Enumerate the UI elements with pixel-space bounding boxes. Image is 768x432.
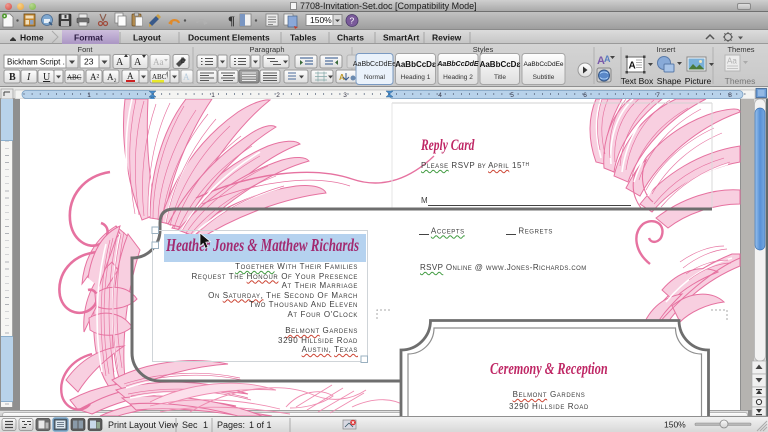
- svg-text:A: A: [604, 54, 611, 64]
- svg-text:AaBbCcDdE: AaBbCcDdE: [436, 61, 479, 68]
- svg-text:B: B: [9, 72, 16, 83]
- svg-text:Font: Font: [77, 45, 93, 54]
- svg-text:4: 4: [438, 92, 442, 99]
- svg-text:1: 1: [87, 92, 91, 99]
- svg-text:Title: Title: [494, 74, 506, 81]
- svg-text:¶: ¶: [228, 13, 235, 28]
- svg-text:A: A: [629, 61, 636, 72]
- svg-text:7: 7: [656, 92, 660, 99]
- svg-text:Picture: Picture: [685, 76, 712, 86]
- svg-text:Tables: Tables: [290, 33, 317, 43]
- svg-text:Format: Format: [74, 33, 103, 43]
- svg-text:Normal: Normal: [364, 74, 386, 81]
- svg-text:Paragraph: Paragraph: [249, 45, 284, 54]
- svg-text:1: 1: [211, 92, 215, 99]
- svg-text:A: A: [183, 72, 190, 82]
- svg-text:Shape: Shape: [657, 76, 682, 86]
- svg-text:Styles: Styles: [473, 45, 494, 54]
- svg-text:2: 2: [276, 92, 280, 99]
- svg-text:AaBbCcDdEe: AaBbCcDdEe: [353, 61, 396, 68]
- svg-text:Subtitle: Subtitle: [533, 74, 555, 81]
- svg-text:Document Elements: Document Elements: [188, 33, 270, 43]
- svg-text:A: A: [116, 57, 124, 68]
- svg-text:Layout: Layout: [133, 33, 161, 43]
- svg-text:1 of 1: 1 of 1: [249, 420, 272, 430]
- svg-text:A²: A²: [90, 72, 99, 82]
- svg-text:AaBbCcDɛ: AaBbCcDɛ: [395, 60, 436, 69]
- svg-text:150%: 150%: [664, 420, 686, 430]
- svg-text:AaBbCcDɛ: AaBbCcDɛ: [480, 60, 521, 69]
- svg-text:6: 6: [583, 92, 587, 99]
- svg-text:Charts: Charts: [337, 33, 364, 43]
- svg-text:SmartArt: SmartArt: [383, 33, 420, 43]
- svg-text:AaBbCcDdEe: AaBbCcDdEe: [523, 61, 563, 68]
- svg-text:A₂: A₂: [107, 72, 117, 82]
- svg-text:Themes: Themes: [725, 76, 756, 86]
- svg-text:b: b: [181, 58, 185, 65]
- svg-text:A: A: [134, 57, 142, 68]
- svg-text:Aa: Aa: [153, 57, 164, 67]
- svg-text:Text Box: Text Box: [621, 76, 654, 86]
- svg-text:Bickham Script ...: Bickham Script ...: [7, 58, 69, 67]
- svg-text:8: 8: [728, 92, 732, 99]
- svg-text:ABC: ABC: [67, 74, 82, 82]
- svg-text:ABC: ABC: [152, 73, 167, 81]
- svg-text:Aa: Aa: [727, 57, 737, 66]
- svg-text:Themes: Themes: [727, 45, 754, 54]
- svg-text:Sec: Sec: [182, 420, 198, 430]
- svg-text:3: 3: [343, 92, 347, 99]
- svg-text:Home: Home: [20, 33, 44, 43]
- svg-text:5: 5: [510, 92, 514, 99]
- svg-text:A: A: [127, 71, 134, 81]
- svg-text:U: U: [43, 72, 51, 83]
- svg-text:Heading 2: Heading 2: [443, 74, 473, 81]
- svg-text:150%: 150%: [310, 15, 332, 25]
- svg-text:?: ?: [350, 16, 355, 26]
- svg-text:1: 1: [203, 420, 208, 430]
- svg-text:Heading 1: Heading 1: [401, 74, 431, 81]
- svg-text:Pages:: Pages:: [217, 420, 245, 430]
- svg-text:23: 23: [84, 57, 94, 67]
- svg-text:Insert: Insert: [657, 45, 677, 54]
- svg-text:Print Layout View: Print Layout View: [108, 420, 178, 430]
- svg-text:Review: Review: [432, 33, 462, 43]
- svg-text:I: I: [26, 72, 31, 83]
